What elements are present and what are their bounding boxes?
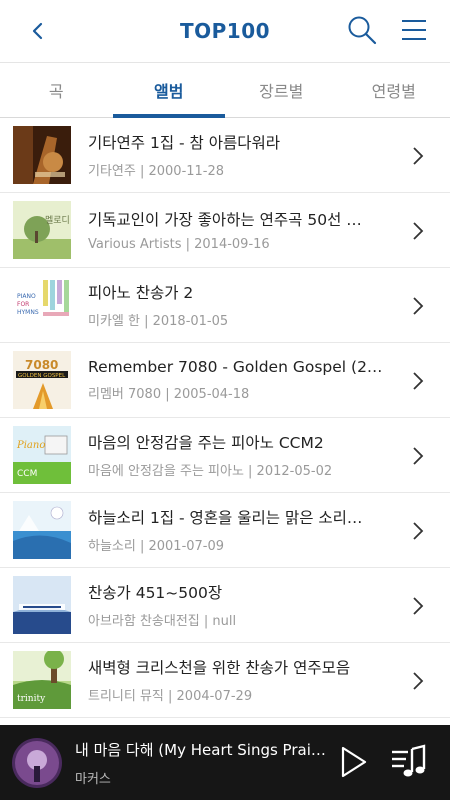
svg-text:멜로디: 멜로디 xyxy=(45,214,70,226)
chevron-right-icon xyxy=(413,147,424,165)
svg-text:GOLDEN GOSPEL: GOLDEN GOSPEL xyxy=(18,373,66,379)
album-title: 하늘소리 1집 - 영혼을 울리는 맑은 소리… xyxy=(88,509,363,527)
album-list: 기타연주 1집 - 참 아름다워라 기타연주 | 2000-11-28 멜로디 … xyxy=(0,118,450,725)
svg-text:FOR: FOR xyxy=(17,301,29,308)
album-row[interactable]: Piano CCM 마음의 안정감을 주는 피아노 CCM2 마음에 안정감을 … xyxy=(0,418,450,493)
album-meta: 미카엘 한 | 2018-01-05 xyxy=(88,314,229,329)
chevron-right-icon xyxy=(413,447,424,465)
album-cover: Piano CCM xyxy=(13,426,71,484)
now-playing-artist: 마커스 xyxy=(75,771,111,787)
chevron-right-icon xyxy=(413,597,424,615)
album-title: Remember 7080 - Golden Gospel (2… xyxy=(88,358,383,376)
svg-text:7080: 7080 xyxy=(25,358,58,372)
album-cover: trinity xyxy=(13,651,71,709)
album-row[interactable]: 하늘소리 1집 - 영혼을 울리는 맑은 소리… 하늘소리 | 2001-07-… xyxy=(0,493,450,568)
album-meta: Various Artists | 2014-09-16 xyxy=(88,237,270,252)
album-row[interactable]: 기타연주 1집 - 참 아름다워라 기타연주 | 2000-11-28 xyxy=(0,118,450,193)
chevron-right-icon xyxy=(413,522,424,540)
search-icon[interactable] xyxy=(346,14,378,46)
album-row[interactable]: 찬송가 451~500장 아브라함 찬송대전집 | null xyxy=(0,568,450,643)
album-cover: PIANO FOR HYMNS xyxy=(13,276,71,334)
chevron-right-icon xyxy=(413,297,424,315)
svg-text:PIANO: PIANO xyxy=(17,293,36,300)
album-row[interactable]: PIANO FOR HYMNS 피아노 찬송가 2 미카엘 한 | 2018-0… xyxy=(0,268,450,343)
back-arrow-icon[interactable] xyxy=(22,15,54,47)
play-icon[interactable] xyxy=(338,745,368,779)
app-header: TOP100 xyxy=(0,0,450,62)
chevron-right-icon xyxy=(413,222,424,240)
album-cover xyxy=(13,501,71,559)
album-title: 기독교인이 가장 좋아하는 연주곡 50선 … xyxy=(88,211,362,229)
album-title: 피아노 찬송가 2 xyxy=(88,284,194,302)
mini-player[interactable]: 내 마음 다해 (My Heart Sings Prai… 마커스 xyxy=(0,725,450,800)
album-meta: 아브라함 찬송대전집 | null xyxy=(88,614,237,629)
album-row[interactable]: trinity 새벽형 크리스천을 위한 찬송가 연주모음 트리니티 뮤직 | … xyxy=(0,643,450,718)
now-playing-cover xyxy=(12,737,62,788)
tab-age[interactable]: 연령별 xyxy=(338,63,450,117)
svg-text:CCM: CCM xyxy=(17,469,37,479)
album-meta: 트리니티 뮤직 | 2004-07-29 xyxy=(88,689,253,704)
now-playing-title: 내 마음 다해 (My Heart Sings Prai… xyxy=(75,740,326,759)
tab-albums[interactable]: 앨범 xyxy=(112,63,226,118)
album-cover: 멜로디 xyxy=(13,201,71,259)
album-title: 기타연주 1집 - 참 아름다워라 xyxy=(88,134,281,152)
menu-icon[interactable] xyxy=(398,14,430,46)
album-row[interactable]: 7080 GOLDEN GOSPEL Remember 7080 - Golde… xyxy=(0,343,450,418)
album-meta: 리멤버 7080 | 2005-04-18 xyxy=(88,387,250,402)
tab-genre[interactable]: 장르별 xyxy=(225,63,338,117)
tab-songs[interactable]: 곡 xyxy=(0,63,113,117)
svg-text:Piano: Piano xyxy=(16,440,45,451)
album-title: 찬송가 451~500장 xyxy=(88,584,223,602)
category-tabs: 곡 앨범 장르별 연령별 xyxy=(0,62,450,118)
svg-text:HYMNS: HYMNS xyxy=(17,309,39,316)
album-title: 마음의 안정감을 주는 피아노 CCM2 xyxy=(88,434,324,452)
album-cover xyxy=(13,576,71,634)
svg-text:trinity: trinity xyxy=(17,694,46,704)
album-cover: 7080 GOLDEN GOSPEL xyxy=(13,351,71,409)
album-cover xyxy=(13,126,71,184)
chevron-right-icon xyxy=(413,372,424,390)
playlist-icon[interactable] xyxy=(388,743,428,781)
page-title: TOP100 xyxy=(179,19,271,43)
album-meta: 마음에 안정감을 주는 피아노 | 2012-05-02 xyxy=(88,464,333,479)
album-meta: 기타연주 | 2000-11-28 xyxy=(88,164,225,179)
chevron-right-icon xyxy=(413,672,424,690)
album-meta: 하늘소리 | 2001-07-09 xyxy=(88,539,225,554)
album-row[interactable]: 멜로디 기독교인이 가장 좋아하는 연주곡 50선 … Various Arti… xyxy=(0,193,450,268)
album-title: 새벽형 크리스천을 위한 찬송가 연주모음 xyxy=(88,659,351,677)
